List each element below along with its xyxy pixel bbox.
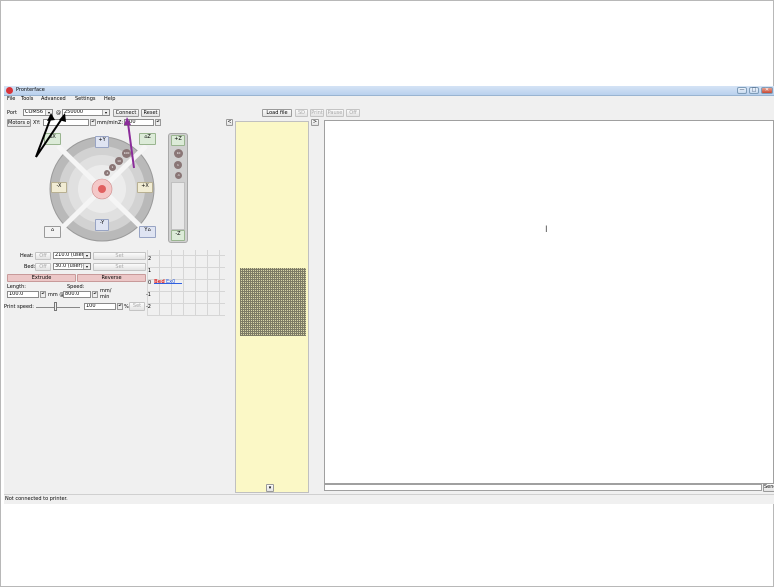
arrow-head-icon: [124, 117, 131, 125]
annotation-overlay: [35, 113, 135, 169]
arrow-head-icon: [47, 113, 55, 121]
purple-arrow-connect: [127, 122, 135, 169]
